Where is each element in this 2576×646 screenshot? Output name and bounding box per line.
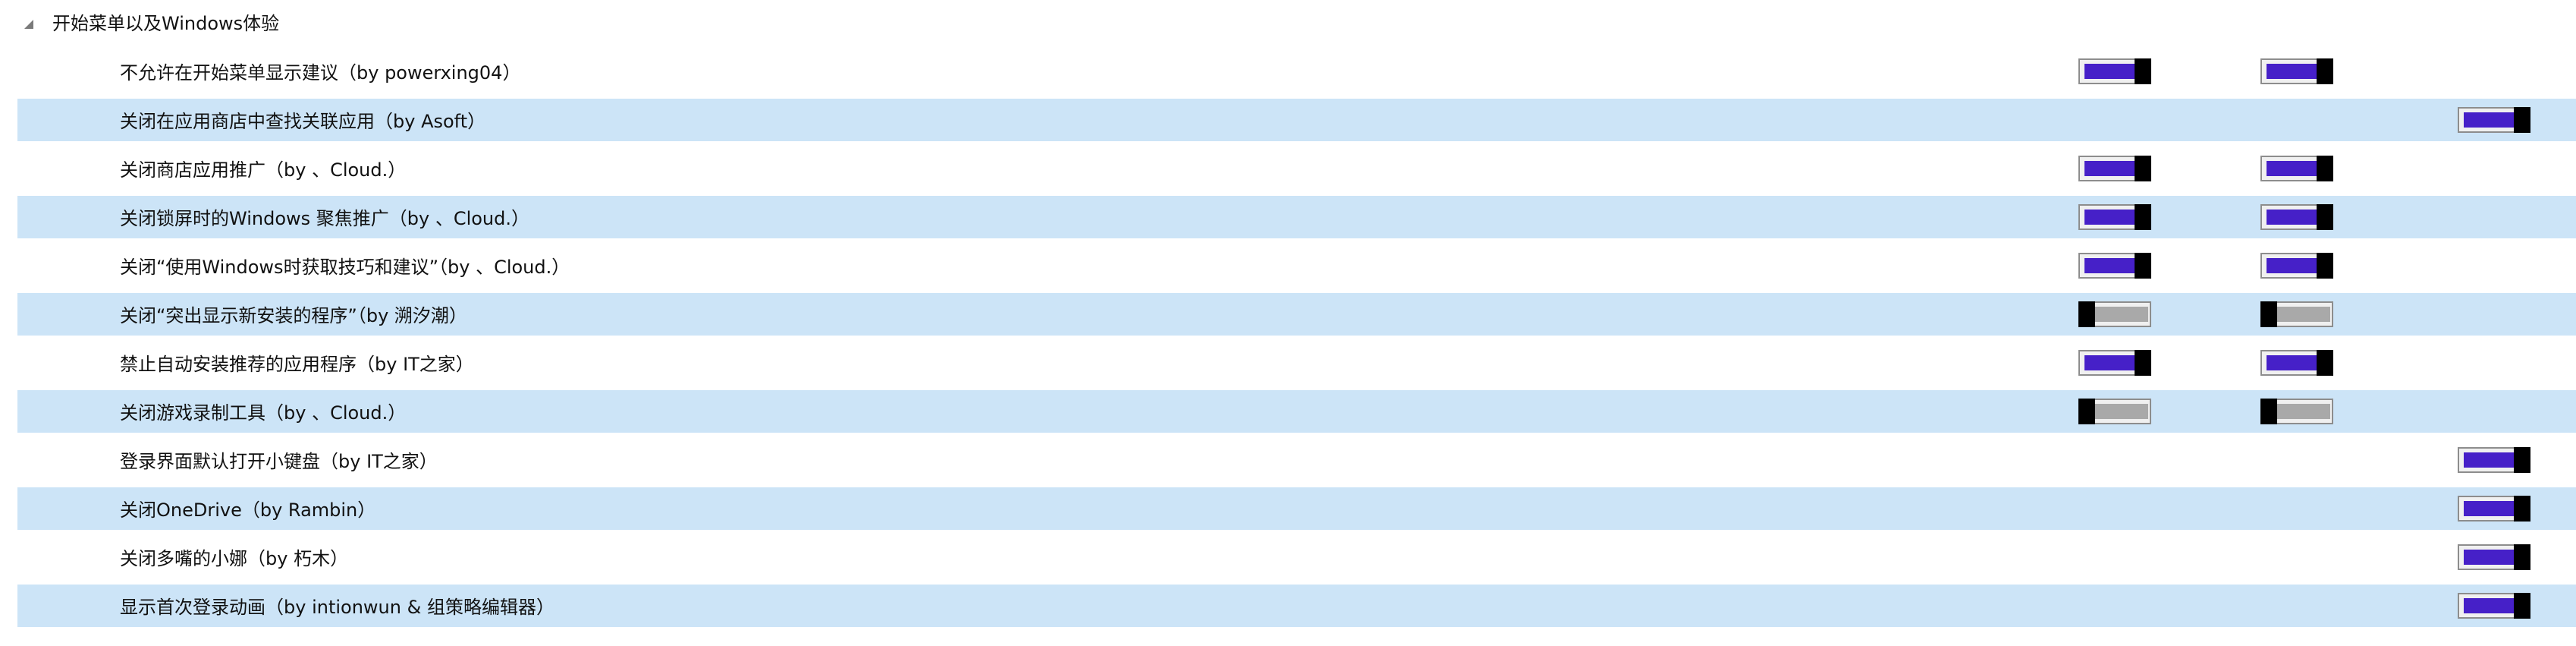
- settings-list: 开始菜单以及Windows体验 不允许在开始菜单显示建议（by powerxin…: [0, 0, 2576, 646]
- toggle-switch-col1[interactable]: [2078, 301, 2151, 327]
- toggle-switch-col2[interactable]: [2260, 301, 2333, 327]
- setting-label: 关闭多嘴的小娜（by 朽木）: [120, 548, 349, 569]
- toggle-switch-col1[interactable]: [2078, 58, 2151, 84]
- toggle-track-fill: [2267, 355, 2321, 370]
- group-title: 开始菜单以及Windows体验: [52, 13, 280, 34]
- toggle-track-fill: [2267, 258, 2321, 273]
- toggle-switch-col2[interactable]: [2260, 350, 2333, 376]
- setting-label: 关闭商店应用推广（by 、Cloud.）: [120, 159, 407, 181]
- setting-rows: 不允许在开始菜单显示建议（by powerxing04） 关闭在应用商店中查找关联…: [0, 49, 2576, 632]
- toggle-track-fill: [2464, 112, 2518, 128]
- toggle-knob[interactable]: [2135, 156, 2151, 181]
- toggle-knob[interactable]: [2135, 350, 2151, 376]
- setting-label: 关闭在应用商店中查找关联应用（by Asoft）: [120, 111, 486, 132]
- setting-label: 关闭锁屏时的Windows 聚焦推广（by 、Cloud.）: [120, 208, 530, 229]
- setting-row[interactable]: 不允许在开始菜单显示建议（by powerxing04）: [0, 49, 2576, 98]
- toggle-knob[interactable]: [2078, 399, 2095, 424]
- toggle-switch-col1[interactable]: [2078, 399, 2151, 424]
- toggle-track-fill: [2267, 161, 2321, 176]
- toggle-knob[interactable]: [2514, 544, 2530, 570]
- row-highlight: [17, 487, 2576, 530]
- setting-row[interactable]: 关闭在应用商店中查找关联应用（by Asoft）: [0, 98, 2576, 147]
- toggle-switch-col2[interactable]: [2260, 58, 2333, 84]
- toggle-track-fill: [2095, 307, 2148, 322]
- toggle-knob[interactable]: [2135, 58, 2151, 84]
- toggle-track-fill: [2464, 598, 2518, 613]
- toggle-knob[interactable]: [2078, 301, 2095, 327]
- setting-row[interactable]: 禁止自动安装推荐的应用程序（by IT之家）: [0, 341, 2576, 389]
- group-header[interactable]: 开始菜单以及Windows体验: [0, 0, 2576, 49]
- toggle-track-fill: [2277, 307, 2330, 322]
- setting-label: 关闭游戏录制工具（by 、Cloud.）: [120, 402, 407, 424]
- toggle-switch-col3[interactable]: [2458, 496, 2530, 522]
- setting-row[interactable]: 登录界面默认打开小键盘（by IT之家）: [0, 438, 2576, 487]
- setting-label: 显示首次登录动画（by intionwun & 组策略编辑器）: [120, 597, 554, 618]
- setting-row[interactable]: 关闭游戏录制工具（by 、Cloud.）: [0, 389, 2576, 438]
- toggle-knob[interactable]: [2514, 496, 2530, 522]
- toggle-track-fill: [2464, 452, 2518, 468]
- setting-label: 关闭OneDrive（by Rambin）: [120, 499, 376, 521]
- setting-row[interactable]: 关闭OneDrive（by Rambin）: [0, 487, 2576, 535]
- toggle-switch-col3[interactable]: [2458, 447, 2530, 473]
- toggle-knob[interactable]: [2317, 204, 2333, 230]
- toggle-knob[interactable]: [2317, 350, 2333, 376]
- toggle-knob[interactable]: [2317, 58, 2333, 84]
- toggle-track-fill: [2084, 210, 2139, 225]
- toggle-track-fill: [2095, 404, 2148, 419]
- toggle-track-fill: [2464, 550, 2518, 565]
- setting-label: 关闭“突出显示新安装的程序”（by 溯汐潮）: [120, 305, 467, 326]
- setting-label: 登录界面默认打开小键盘（by IT之家）: [120, 451, 438, 472]
- toggle-knob[interactable]: [2317, 156, 2333, 181]
- setting-row[interactable]: 关闭多嘴的小娜（by 朽木）: [0, 535, 2576, 584]
- toggle-knob[interactable]: [2514, 593, 2530, 619]
- toggle-switch-col2[interactable]: [2260, 204, 2333, 230]
- toggle-switch-col3[interactable]: [2458, 107, 2530, 133]
- toggle-track-fill: [2084, 161, 2139, 176]
- toggle-switch-col2[interactable]: [2260, 253, 2333, 279]
- setting-label: 关闭“使用Windows时获取技巧和建议”（by 、Cloud.）: [120, 257, 570, 278]
- toggle-knob[interactable]: [2260, 301, 2277, 327]
- toggle-track-fill: [2267, 210, 2321, 225]
- toggle-switch-col2[interactable]: [2260, 156, 2333, 181]
- setting-row[interactable]: 关闭商店应用推广（by 、Cloud.）: [0, 147, 2576, 195]
- setting-row[interactable]: 关闭锁屏时的Windows 聚焦推广（by 、Cloud.）: [0, 195, 2576, 244]
- toggle-knob[interactable]: [2514, 107, 2530, 133]
- toggle-switch-col2[interactable]: [2260, 399, 2333, 424]
- toggle-knob[interactable]: [2135, 253, 2151, 279]
- toggle-switch-col1[interactable]: [2078, 253, 2151, 279]
- toggle-knob[interactable]: [2135, 204, 2151, 230]
- setting-row[interactable]: 关闭“突出显示新安装的程序”（by 溯汐潮）: [0, 292, 2576, 341]
- toggle-switch-col1[interactable]: [2078, 350, 2151, 376]
- toggle-switch-col3[interactable]: [2458, 544, 2530, 570]
- setting-label: 不允许在开始菜单显示建议（by powerxing04）: [120, 62, 521, 84]
- toggle-switch-col3[interactable]: [2458, 593, 2530, 619]
- setting-label: 禁止自动安装推荐的应用程序（by IT之家）: [120, 354, 474, 375]
- setting-row[interactable]: 显示首次登录动画（by intionwun & 组策略编辑器）: [0, 584, 2576, 632]
- toggle-track-fill: [2084, 64, 2139, 79]
- toggle-knob[interactable]: [2317, 253, 2333, 279]
- toggle-switch-col1[interactable]: [2078, 204, 2151, 230]
- toggle-switch-col1[interactable]: [2078, 156, 2151, 181]
- setting-row[interactable]: 关闭“使用Windows时获取技巧和建议”（by 、Cloud.）: [0, 244, 2576, 292]
- toggle-track-fill: [2084, 258, 2139, 273]
- toggle-track-fill: [2084, 355, 2139, 370]
- toggle-knob[interactable]: [2514, 447, 2530, 473]
- toggle-track-fill: [2267, 64, 2321, 79]
- toggle-track-fill: [2277, 404, 2330, 419]
- collapse-arrow-icon[interactable]: [24, 20, 33, 29]
- toggle-track-fill: [2464, 501, 2518, 516]
- toggle-knob[interactable]: [2260, 399, 2277, 424]
